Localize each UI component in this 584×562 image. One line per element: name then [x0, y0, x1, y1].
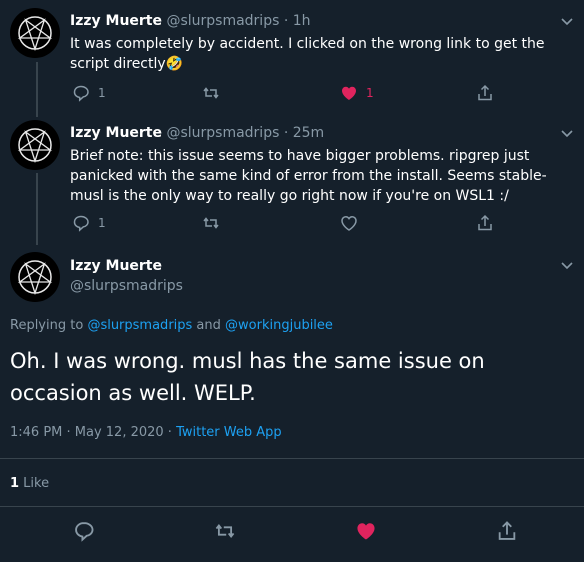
like-stats[interactable]: 1 Like — [10, 476, 49, 491]
chevron-down-icon[interactable] — [560, 258, 574, 272]
retweet-icon — [203, 87, 219, 99]
avatar[interactable] — [10, 8, 60, 58]
retweet-icon[interactable] — [214, 520, 236, 542]
replying-prefix: Replying to — [10, 318, 88, 333]
retweet-button[interactable] — [202, 214, 220, 232]
like-count: 1 — [366, 86, 374, 100]
replying-and: and — [192, 318, 226, 333]
tweet-text: Brief note: this issue seems to have big… — [70, 148, 547, 204]
reply-icon — [73, 85, 89, 102]
tweet-actions: 1 1 — [70, 84, 550, 104]
heart-icon — [342, 86, 356, 100]
avatar[interactable] — [10, 252, 60, 302]
tweet-time[interactable]: · 1h — [284, 13, 311, 29]
tweet-text: It was completely by accident. I clicked… — [70, 36, 545, 72]
reply-icon — [73, 215, 89, 232]
retweet-icon — [203, 217, 219, 229]
share-button[interactable] — [476, 84, 494, 102]
chevron-down-icon[interactable] — [560, 14, 574, 28]
reply-user-link[interactable]: @workingjubilee — [225, 318, 333, 333]
avatar[interactable] — [10, 120, 60, 170]
tweet-time[interactable]: · 25m — [284, 125, 324, 141]
main-author-name[interactable]: Izzy Muerte — [70, 258, 162, 274]
pentagram-avatar-icon — [17, 128, 53, 164]
share-button[interactable] — [476, 214, 494, 232]
retweet-button[interactable] — [202, 84, 220, 102]
reply-button[interactable]: 1 — [72, 214, 106, 232]
like-stat-count: 1 — [10, 476, 20, 491]
source-app-link[interactable]: Twitter Web App — [176, 425, 282, 440]
author-name[interactable]: Izzy Muerte — [70, 125, 162, 141]
reply-button[interactable]: 1 — [72, 84, 106, 102]
share-icon[interactable] — [496, 520, 518, 542]
reply-count: 1 — [98, 216, 106, 230]
main-tweet-text: Oh. I was wrong. musl has the same issue… — [10, 349, 485, 405]
reply-icon[interactable] — [73, 520, 95, 542]
pentagram-avatar-icon — [17, 16, 53, 52]
main-tweet-actions — [0, 520, 584, 546]
share-icon — [478, 84, 492, 101]
heart-icon[interactable] — [355, 520, 377, 542]
divider — [0, 458, 584, 459]
tweet[interactable]: Izzy Muerte @slurpsmadrips · 1h It was c… — [0, 0, 584, 112]
author-handle[interactable]: @slurpsmadrips — [166, 13, 279, 29]
divider — [0, 506, 584, 507]
pentagram-avatar-icon — [17, 260, 53, 296]
tweet-timestamp[interactable]: 1:46 PM · May 12, 2020 · — [10, 425, 176, 440]
share-icon — [478, 214, 492, 231]
author-name[interactable]: Izzy Muerte — [70, 13, 162, 29]
like-stat-label: Like — [19, 476, 50, 491]
chevron-down-icon[interactable] — [560, 126, 574, 140]
tweet-meta: 1:46 PM · May 12, 2020 · Twitter Web App — [10, 425, 282, 440]
replying-to: Replying to @slurpsmadrips and @workingj… — [10, 318, 333, 333]
author-handle[interactable]: @slurpsmadrips — [166, 125, 279, 141]
like-button[interactable] — [340, 214, 358, 232]
tweet[interactable]: Izzy Muerte @slurpsmadrips · 25m Brief n… — [0, 112, 584, 242]
reply-user-link[interactable]: @slurpsmadrips — [87, 318, 192, 333]
tweet-actions: 1 — [70, 214, 550, 234]
reply-count: 1 — [98, 86, 106, 100]
main-author-handle[interactable]: @slurpsmadrips — [70, 278, 183, 294]
heart-icon — [341, 215, 357, 231]
like-button[interactable]: 1 — [340, 84, 374, 102]
